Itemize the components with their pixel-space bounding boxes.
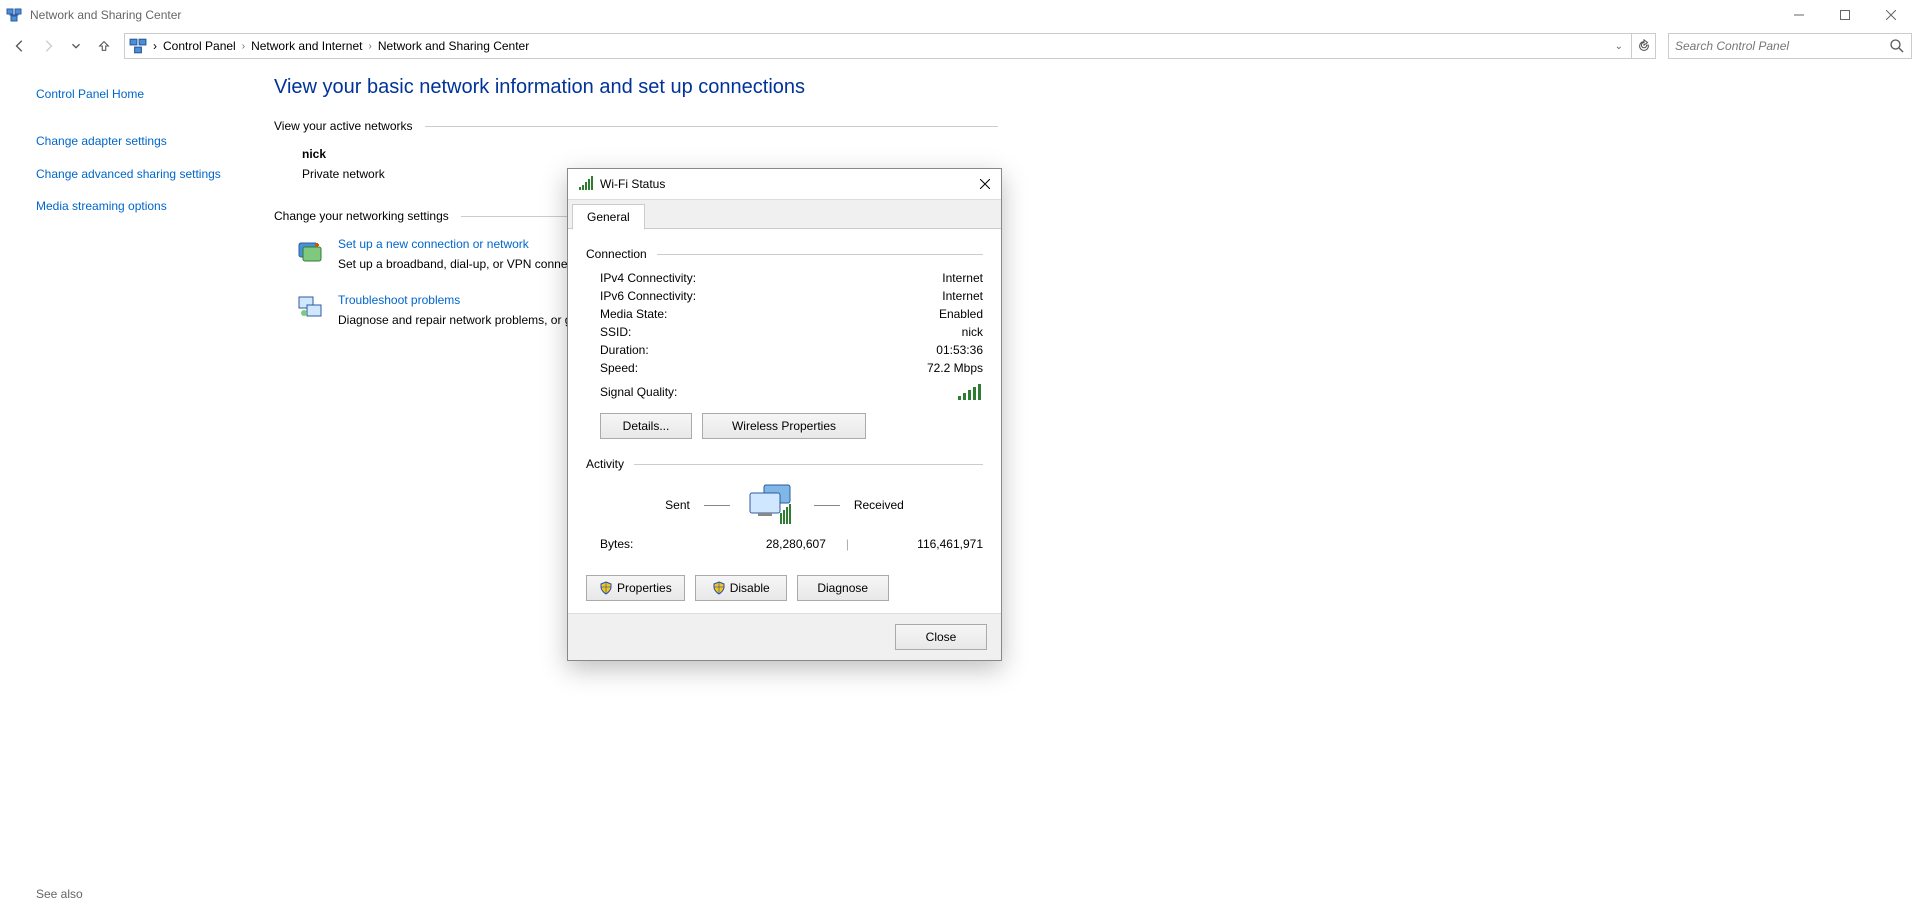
dialog-title-bar[interactable]: Wi-Fi Status [568,169,1001,199]
search-input[interactable] [1675,39,1889,53]
sent-label: Sent [665,498,690,512]
search-box[interactable] [1668,33,1912,59]
minimize-button[interactable] [1776,0,1822,30]
up-button[interactable] [92,34,116,58]
chevron-down-icon[interactable]: ⌄ [1611,41,1627,52]
wireless-properties-button[interactable]: Wireless Properties [702,413,866,439]
dialog-close-button[interactable] [969,169,1001,199]
divider [704,505,730,506]
breadcrumb-network-sharing[interactable]: Network and Sharing Center [378,39,529,53]
bytes-sent-value: 28,280,607 [718,537,826,551]
window-title: Network and Sharing Center [30,8,181,22]
wifi-signal-icon [578,176,594,192]
maximize-button[interactable] [1822,0,1868,30]
sidebar-media-streaming[interactable]: Media streaming options [36,198,246,215]
wifi-status-dialog: Wi-Fi Status General Connection IPv4 Con… [567,168,1002,661]
divider [425,126,998,127]
address-bar[interactable]: › Control Panel › Network and Internet ›… [124,33,1656,59]
network-center-icon [6,7,22,23]
chevron-right-icon[interactable]: › [238,41,249,52]
chevron-right-icon[interactable]: › [364,41,375,52]
duration-value: 01:53:36 [936,343,983,357]
bytes-received-value: 116,461,971 [869,537,983,551]
tab-general[interactable]: General [572,204,645,230]
breadcrumb-control-panel[interactable]: Control Panel [163,39,236,53]
ipv6-value: Internet [942,289,983,303]
see-also-label: See also [36,887,83,901]
ipv4-label: IPv4 Connectivity: [600,271,696,285]
section-active-networks: View your active networks [274,119,413,133]
refresh-button[interactable] [1631,34,1655,58]
forward-button[interactable] [36,34,60,58]
network-name: nick [302,147,998,161]
ssid-label: SSID: [600,325,631,339]
details-button[interactable]: Details... [600,413,692,439]
divider: | [826,537,869,551]
page-heading: View your basic network information and … [274,76,998,99]
search-icon [1889,38,1905,54]
signal-bars-icon [957,383,983,401]
ipv4-value: Internet [942,271,983,285]
properties-button-label: Properties [617,581,672,595]
disable-button[interactable]: Disable [695,575,787,601]
ssid-value: nick [962,325,983,339]
group-activity-label: Activity [586,457,624,471]
dialog-title: Wi-Fi Status [600,177,665,191]
recent-locations-button[interactable] [64,34,88,58]
back-button[interactable] [8,34,32,58]
disable-button-label: Disable [730,581,770,595]
tab-strip: General [568,199,1001,229]
network-center-icon [129,37,147,55]
chevron-right-icon[interactable]: › [153,39,157,53]
ipv6-label: IPv6 Connectivity: [600,289,696,303]
bytes-label: Bytes: [600,537,718,551]
duration-label: Duration: [600,343,649,357]
group-connection-label: Connection [586,247,647,261]
shield-icon [712,581,726,595]
signal-quality-label: Signal Quality: [600,385,677,399]
troubleshoot-icon [296,293,324,321]
setup-connection-icon [296,237,324,265]
shield-icon [599,581,613,595]
media-state-value: Enabled [939,307,983,321]
sidebar-control-panel-home[interactable]: Control Panel Home [36,86,246,103]
diagnose-button[interactable]: Diagnose [797,575,889,601]
speed-label: Speed: [600,361,638,375]
speed-value: 72.2 Mbps [927,361,983,375]
network-activity-icon [744,483,800,527]
received-label: Received [854,498,904,512]
properties-button[interactable]: Properties [586,575,685,601]
media-state-label: Media State: [600,307,667,321]
nav-toolbar: › Control Panel › Network and Internet ›… [0,30,1920,64]
close-button[interactable]: Close [895,624,987,650]
sidebar-change-adapter[interactable]: Change adapter settings [36,133,246,150]
sidebar-change-advanced-sharing[interactable]: Change advanced sharing settings [36,166,246,183]
section-change-settings: Change your networking settings [274,209,449,223]
title-bar: Network and Sharing Center [0,0,1920,30]
breadcrumb-network-internet[interactable]: Network and Internet [251,39,362,53]
divider [814,505,840,506]
sidebar: Control Panel Home Change adapter settin… [0,64,258,349]
close-window-button[interactable] [1868,0,1914,30]
